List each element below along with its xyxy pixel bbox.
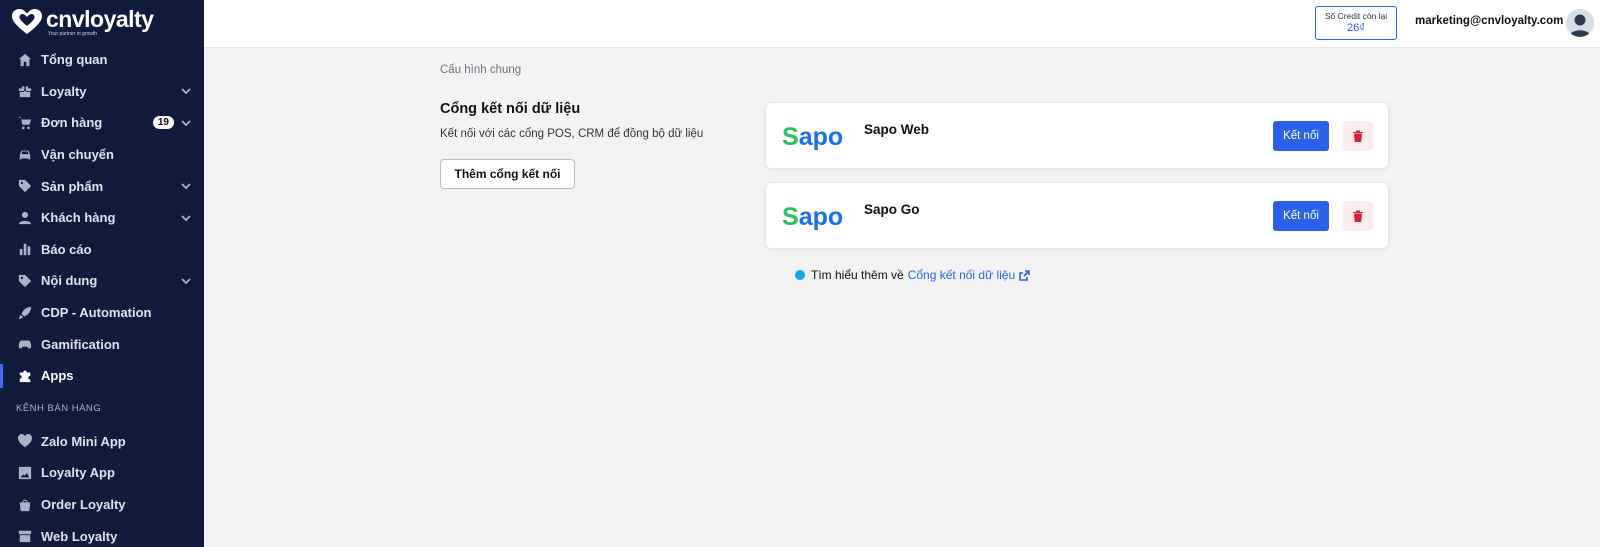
sidebar-item-zalo-mini-app[interactable]: Zalo Mini App xyxy=(0,426,204,458)
sidebar-item-loyalty-app[interactable]: Loyalty App xyxy=(0,457,204,489)
connector-card-sapo-web: Sapo Sapo Web Kết nối xyxy=(765,102,1389,169)
sidebar-item-gamification[interactable]: Gamification xyxy=(0,328,204,360)
sidebar-item-label: Nội dung xyxy=(41,273,98,289)
sidebar-item-label: Tổng quan xyxy=(41,52,108,68)
sapo-logo-s: Sapo xyxy=(782,123,843,151)
sidebar-item-label: Gamification xyxy=(41,336,120,352)
info-dot-icon xyxy=(795,270,805,280)
sidebar-item-label: Order Loyalty xyxy=(41,497,126,513)
connect-button[interactable]: Kết nối xyxy=(1273,121,1329,151)
chevron-down-icon xyxy=(180,275,192,287)
sidebar-item-don-hang[interactable]: Đơn hàng 19 xyxy=(0,107,204,139)
image-icon xyxy=(17,465,32,480)
sidebar-item-label: Sản phẩm xyxy=(41,178,104,194)
sidebar-item-order-loyalty[interactable]: Order Loyalty xyxy=(0,489,204,521)
brand-logo[interactable]: cnvloyalty Your partner in growth xyxy=(0,0,204,44)
sapo-logo-s: Sapo xyxy=(782,203,843,231)
learn-more-text: Tìm hiểu thêm về xyxy=(811,268,904,282)
chevron-down-icon xyxy=(180,85,192,97)
user-email[interactable]: marketing@cnvloyalty.com xyxy=(1415,15,1563,27)
home-icon xyxy=(17,52,32,67)
chevron-down-icon xyxy=(180,212,192,224)
sidebar-item-web-loyalty[interactable]: Web Loyalty xyxy=(0,520,204,547)
sidebar-item-label: Zalo Mini App xyxy=(41,433,126,449)
sidebar-item-tong-quan[interactable]: Tổng quan xyxy=(0,44,204,76)
add-connector-button[interactable]: Thêm cổng kết nối xyxy=(440,159,575,189)
sidebar-item-label: Web Loyalty xyxy=(41,528,118,544)
store-icon xyxy=(17,529,32,544)
trash-icon xyxy=(1353,130,1363,142)
connector-name: Sapo Go xyxy=(864,202,920,217)
bag-icon xyxy=(17,497,32,512)
sales-channel-heading: KÊNH BÁN HÀNG xyxy=(16,403,102,415)
tag-icon xyxy=(17,273,32,288)
learn-more: Tìm hiểu thêm về Cổng kết nối dữ liệu xyxy=(795,268,1030,282)
sidebar-nav: Tổng quan Loyalty Đơn hàng 19 Vận chuyển… xyxy=(0,44,204,392)
sidebar: cnvloyalty Your partner in growth Tổng q… xyxy=(0,0,204,547)
user-avatar-icon xyxy=(1566,9,1594,37)
section-description: Kết nối với các cổng POS, CRM để đồng bộ… xyxy=(440,128,704,140)
delete-button[interactable] xyxy=(1343,121,1373,151)
sidebar-item-label: Loyalty App xyxy=(41,465,115,481)
gift-icon xyxy=(17,84,32,99)
sidebar-item-noi-dung[interactable]: Nội dung xyxy=(0,265,204,297)
breadcrumb[interactable]: Cấu hình chung xyxy=(440,64,521,76)
chevron-down-icon xyxy=(180,180,192,192)
tag-icon xyxy=(17,179,32,194)
brand-name: cnvloyalty xyxy=(46,5,154,32)
section-title: Cổng kết nối dữ liệu xyxy=(440,101,581,117)
sidebar-item-khach-hang[interactable]: Khách hàng xyxy=(0,202,204,234)
trash-icon xyxy=(1353,210,1363,222)
sidebar-item-apps[interactable]: Apps xyxy=(0,360,204,392)
external-link-icon[interactable] xyxy=(1019,269,1030,281)
sidebar-item-san-pham[interactable]: Sản phẩm xyxy=(0,170,204,202)
chevron-down-icon xyxy=(180,117,192,129)
sidebar-item-cdp-automation[interactable]: CDP - Automation xyxy=(0,297,204,329)
avatar[interactable] xyxy=(1566,9,1594,37)
sidebar-item-label: Khách hàng xyxy=(41,210,116,226)
sidebar-item-label: Báo cáo xyxy=(41,241,92,257)
connect-button[interactable]: Kết nối xyxy=(1273,201,1329,231)
sidebar-item-label: Loyalty xyxy=(41,83,87,99)
puzzle-icon xyxy=(17,368,32,383)
sapo-logo-icon: Sapo xyxy=(782,123,843,151)
top-header: Số Credit còn lại 26₫ marketing@cnvloyal… xyxy=(204,0,1600,48)
sidebar-item-label: Vận chuyển xyxy=(41,147,114,163)
connector-card-sapo-go: Sapo Sapo Go Kết nối xyxy=(765,182,1389,249)
car-icon xyxy=(17,147,32,162)
sidebar-item-label: CDP - Automation xyxy=(41,305,152,321)
brand-tagline: Your partner in growth xyxy=(48,30,98,37)
sidebar-item-bao-cao[interactable]: Báo cáo xyxy=(0,234,204,266)
sidebar-item-label: Đơn hàng xyxy=(41,115,103,131)
rocket-icon xyxy=(17,305,32,320)
sidebar-item-loyalty[interactable]: Loyalty xyxy=(0,76,204,108)
learn-more-link[interactable]: Cổng kết nối dữ liệu xyxy=(908,268,1015,282)
order-count-badge: 19 xyxy=(152,116,174,130)
user-icon xyxy=(17,210,32,225)
credit-balance[interactable]: Số Credit còn lại 26₫ xyxy=(1315,6,1397,40)
sapo-logo-icon: Sapo xyxy=(782,203,843,231)
sidebar-item-label: Apps xyxy=(41,368,74,384)
sales-channel-nav: Zalo Mini App Loyalty App Order Loyalty … xyxy=(0,426,204,547)
sidebar-item-van-chuyen[interactable]: Vận chuyển xyxy=(0,139,204,171)
credit-value: 26₫ xyxy=(1347,22,1365,34)
gamepad-icon xyxy=(17,337,32,352)
cart-icon xyxy=(17,115,32,130)
credit-label: Số Credit còn lại xyxy=(1324,11,1388,21)
connector-name: Sapo Web xyxy=(864,122,930,137)
bar-chart-icon xyxy=(17,242,32,257)
heart-icon xyxy=(17,434,32,449)
delete-button[interactable] xyxy=(1343,201,1373,231)
heart-logo-icon xyxy=(12,9,42,34)
